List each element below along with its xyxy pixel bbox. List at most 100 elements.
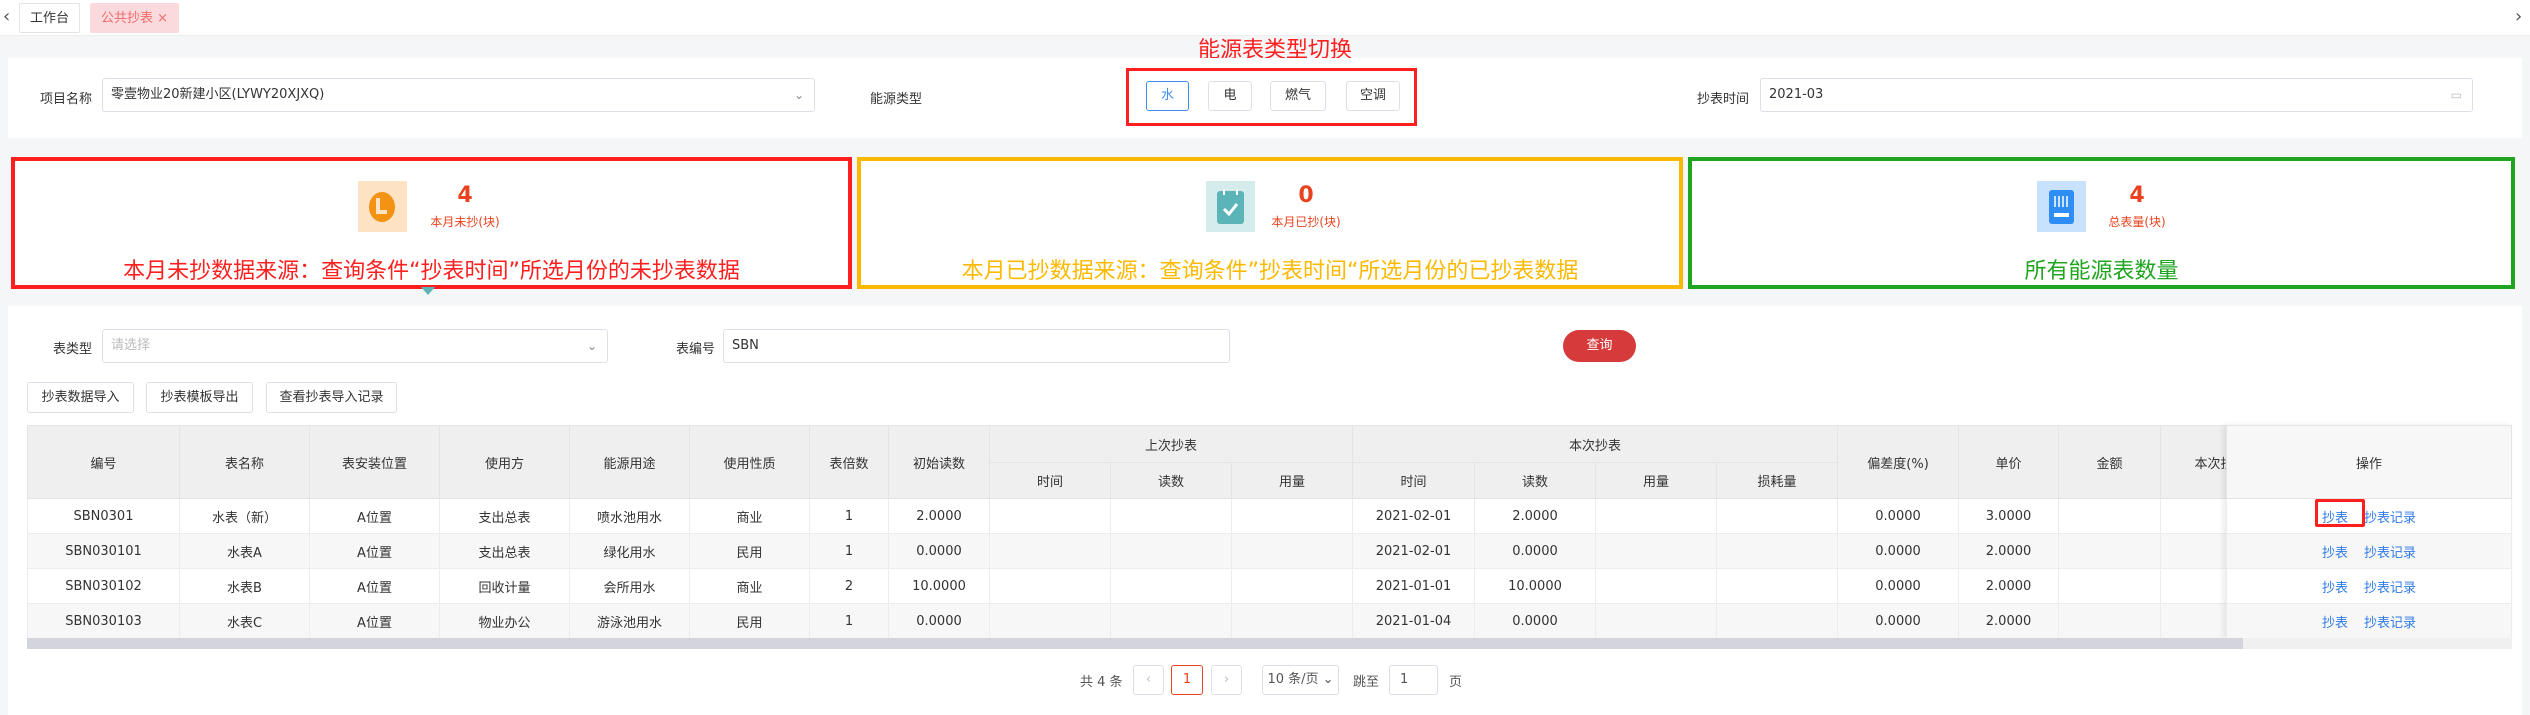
- import-readings-button[interactable]: 抄表数据导入: [27, 382, 134, 413]
- tab-bar: ‹ 工作台 公共抄表 × ›: [0, 0, 2530, 36]
- column-header: 编号: [27, 425, 180, 499]
- total-count-text: 共 4 条: [1080, 675, 1123, 690]
- table-cell: 支出总表: [439, 533, 570, 569]
- table-cell: 1: [809, 533, 889, 569]
- column-header: 使用方: [439, 425, 570, 499]
- table-cell: [2160, 533, 2226, 569]
- table-cell: [2160, 498, 2226, 534]
- table-cell: [989, 498, 1111, 534]
- table-cell: 0.0000: [888, 603, 990, 638]
- table-cell: SBN030103: [27, 603, 180, 638]
- reading-time-value: 2021-03: [1769, 87, 1824, 102]
- page-1-button[interactable]: 1: [1171, 665, 1203, 695]
- read-meter-link[interactable]: 抄表: [2322, 546, 2348, 561]
- reading-time-label: 抄表时间: [1697, 92, 1750, 107]
- read-label: 本月已抄(块): [1271, 215, 1341, 229]
- meter-code-value: SBN: [732, 338, 759, 353]
- horizontal-scrollbar[interactable]: [27, 638, 2512, 649]
- sub-column-header: 用量: [1595, 462, 1717, 499]
- project-value: 零壹物业20新建小区(LYWY20XJXQ): [111, 87, 325, 102]
- caret-icon: [421, 287, 435, 295]
- table-cell: 民用: [689, 533, 810, 569]
- table-cell: [2058, 533, 2162, 569]
- tab-workbench[interactable]: 工作台: [19, 3, 81, 33]
- column-header: 表安装位置: [309, 425, 440, 499]
- view-import-records-button[interactable]: 查看抄表导入记录: [266, 382, 397, 413]
- scrollbar-thumb[interactable]: [27, 638, 2243, 649]
- table-cell: [1715, 498, 1839, 534]
- column-header: 表名称: [179, 425, 310, 499]
- table-cell: [1110, 498, 1232, 534]
- energy-type-ac[interactable]: 空调: [1346, 81, 1400, 111]
- table-cell: 水表A: [179, 533, 310, 569]
- energy-type-gas[interactable]: 燃气: [1270, 81, 1326, 111]
- card-total: 4 总表量(块) 所有能源表数量: [1688, 157, 2515, 289]
- table-cell: 2.0000: [1958, 568, 2060, 604]
- column-header: 初始读数: [888, 425, 990, 499]
- prev-page-button[interactable]: ‹: [1133, 665, 1164, 695]
- tab-public-meter-reading[interactable]: 公共抄表 ×: [90, 3, 180, 33]
- table-cell: 0.0000: [888, 533, 990, 569]
- total-label: 总表量(块): [2108, 215, 2166, 229]
- table-cell: 2021-02-01: [1352, 533, 1475, 569]
- table-cell: [1110, 603, 1232, 638]
- group-header-last-reading: 上次抄表: [989, 425, 1353, 463]
- table-cell: 2.0000: [1958, 603, 2060, 638]
- table-cell: 2.0000: [888, 498, 990, 534]
- chevron-down-icon: ⌄: [1322, 672, 1334, 687]
- read-action-highlight: [2315, 499, 2365, 527]
- table-cell: 水表B: [179, 568, 310, 604]
- table-cell: 水表C: [179, 603, 310, 638]
- sub-column-header: 用量: [1231, 462, 1353, 499]
- tab-scroll-left-icon[interactable]: ‹: [3, 6, 10, 27]
- table-cell: 2.0000: [1474, 498, 1596, 534]
- read-meter-link[interactable]: 抄表: [2322, 616, 2348, 631]
- table-cell: 绿化用水: [569, 533, 690, 569]
- read-meter-link[interactable]: 抄表: [2322, 581, 2348, 596]
- reading-records-link[interactable]: 抄表记录: [2364, 511, 2416, 526]
- reading-records-link[interactable]: 抄表记录: [2364, 581, 2416, 596]
- tab-scroll-right-icon[interactable]: ›: [2515, 6, 2522, 27]
- sub-column-header: 读数: [1110, 462, 1232, 499]
- chevron-down-icon: ⌄: [793, 88, 804, 102]
- column-header: 使用性质: [689, 425, 810, 499]
- data-table: 编号 表名称 表安装位置 使用方 能源用途 使用性质 表倍数 初始读数 上次抄表 本次抄表 偏差度(…: [27, 425, 2226, 638]
- export-template-button[interactable]: 抄表模板导出: [146, 382, 253, 413]
- project-select[interactable]: 零壹物业20新建小区(LYWY20XJXQ) ⌄: [102, 78, 815, 112]
- column-header: 金额: [2058, 425, 2162, 499]
- jump-label: 跳至: [1353, 675, 1380, 690]
- energy-type-water[interactable]: 水: [1146, 81, 1189, 111]
- table-cell: 3.0000: [1958, 498, 2060, 534]
- query-button[interactable]: 查询: [1563, 330, 1636, 362]
- table-cell: 0.0000: [1837, 533, 1960, 569]
- table-cell: 商业: [689, 498, 810, 534]
- op-row: 抄表 抄表记录: [2226, 568, 2512, 604]
- meter-type-select[interactable]: 请选择 ⌄: [102, 329, 608, 363]
- reading-records-link[interactable]: 抄表记录: [2364, 546, 2416, 561]
- read-count: 0: [1298, 183, 1314, 208]
- calendar-icon: ▭: [2450, 88, 2462, 102]
- energy-type-electric[interactable]: 电: [1208, 81, 1252, 111]
- table-cell: A位置: [309, 568, 440, 604]
- table-cell: [1231, 498, 1353, 534]
- reading-records-link[interactable]: 抄表记录: [2364, 616, 2416, 631]
- meter-code-input[interactable]: SBN: [723, 329, 1230, 363]
- table-cell: [989, 533, 1111, 569]
- next-page-button[interactable]: ›: [1211, 665, 1242, 695]
- page-size-select[interactable]: 10 条/页 ⌄: [1262, 665, 1339, 695]
- table-cell: [1595, 498, 1717, 534]
- jump-page-input[interactable]: 1: [1389, 665, 1438, 695]
- op-header: 操作: [2226, 425, 2512, 499]
- reading-time-picker[interactable]: 2021-03 ▭: [1760, 78, 2473, 112]
- meter-type-label: 表类型: [53, 342, 93, 357]
- table-cell: 水表（新）: [179, 498, 310, 534]
- close-icon[interactable]: ×: [157, 11, 168, 26]
- meter-code-label: 表编号: [676, 342, 716, 357]
- op-cell: 抄表 抄表记录: [2226, 533, 2512, 569]
- unread-label: 本月未抄(块): [430, 215, 500, 229]
- clipboard-check-icon: [1206, 181, 1255, 232]
- table-cell: [2058, 498, 2162, 534]
- table-cell: 回收计量: [439, 568, 570, 604]
- op-cell: 抄表 抄表记录: [2226, 568, 2512, 604]
- table-cell: [2160, 603, 2226, 638]
